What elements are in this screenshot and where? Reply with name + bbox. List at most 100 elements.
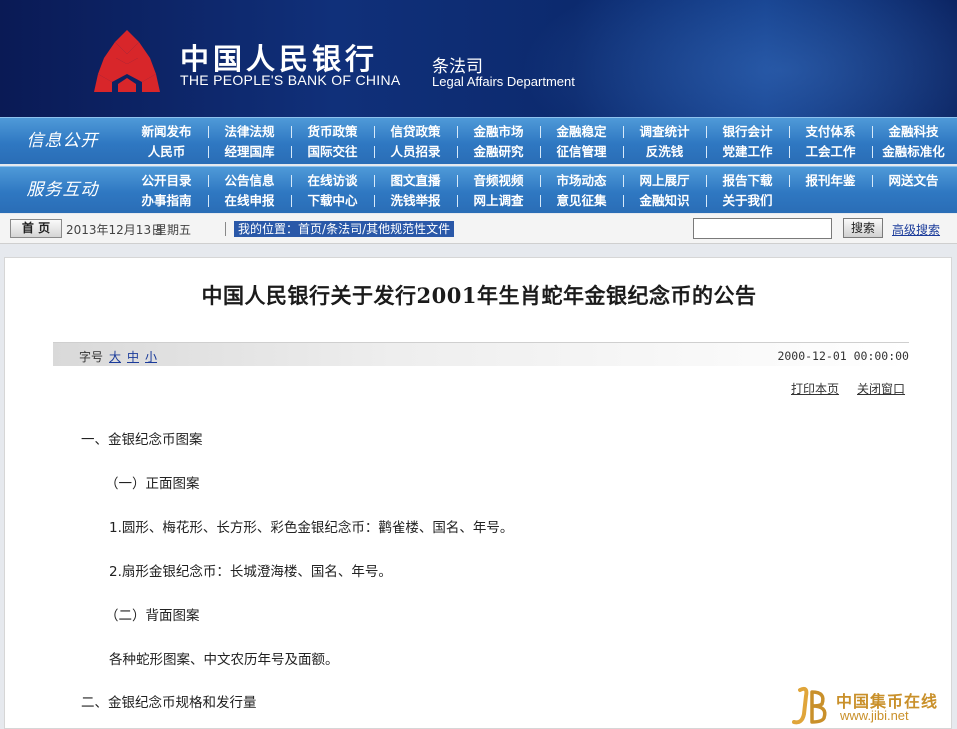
breadcrumb: 我的位置：首页/条法司/其他规范性文件 [234, 221, 455, 237]
nav-item[interactable]: 公开目录 [125, 171, 208, 190]
nav-item[interactable]: 公告信息 [208, 171, 291, 190]
nav-item[interactable]: 报刊年鉴 [789, 171, 872, 190]
nav-separator [540, 126, 541, 138]
publish-time: 2000-12-01 00:00:00 [777, 349, 909, 363]
nav-separator [706, 146, 707, 158]
nav-item[interactable]: 人民币 [125, 142, 208, 161]
nav-item[interactable]: 关于我们 [706, 191, 789, 210]
department-name-en: Legal Affairs Department [432, 74, 575, 89]
article-title: 中国人民银行关于发行2001年生肖蛇年金银纪念币的公告 [201, 283, 757, 308]
nav-separator [208, 146, 209, 158]
nav-item[interactable]: 法律法规 [208, 122, 291, 141]
article-paragraph: 1.圆形、梅花形、长方形、彩色金银纪念币：鹳雀楼、国名、年号。 [109, 520, 514, 536]
nav-grid: 公开目录 公告信息 在线访谈 图文直播 音频视频 市场动态 网上展厅 报告下载 … [125, 171, 955, 211]
nav-item[interactable]: 网上调查 [457, 191, 540, 210]
breadcrumb-item-category[interactable]: 其他规范性文件 [366, 222, 450, 236]
nav-item[interactable]: 反洗钱 [623, 142, 706, 161]
article-meta-bar: 字号 大 中 小 2000-12-01 00:00:00 [53, 342, 909, 366]
nav-separator [457, 146, 458, 158]
bank-name-en: THE PEOPLE'S BANK OF CHINA [180, 72, 401, 88]
nav-separator [374, 146, 375, 158]
nav-item[interactable]: 报告下载 [706, 171, 789, 190]
article-subheading: （二）背面图案 [105, 608, 200, 624]
nav-item[interactable]: 信贷政策 [374, 122, 457, 141]
font-size-medium-link[interactable]: 中 [127, 348, 139, 365]
nav-separator [872, 175, 873, 187]
search-input[interactable] [693, 218, 832, 239]
font-size-large-link[interactable]: 大 [109, 348, 121, 365]
nav-separator [291, 126, 292, 138]
nav-service-interaction: 服务互动 公开目录 公告信息 在线访谈 图文直播 音频视频 市场动态 网上展厅 … [0, 166, 957, 213]
nav-separator [208, 195, 209, 207]
nav-item[interactable]: 办事指南 [125, 191, 208, 210]
home-button[interactable]: 首 页 [10, 219, 62, 238]
page: 中国人民银行 THE PEOPLE'S BANK OF CHINA 条法司 Le… [0, 0, 957, 729]
nav-separator [291, 195, 292, 207]
nav-item[interactable]: 洗钱举报 [374, 191, 457, 210]
nav-item[interactable]: 经理国库 [208, 142, 291, 161]
nav-separator [706, 195, 707, 207]
advanced-search-link[interactable]: 高级搜索 [892, 221, 940, 238]
nav-item[interactable]: 意见征集 [540, 191, 623, 210]
toolbar: 首 页 2013年12月13日 星期五 我的位置：首页/条法司/其他规范性文件 … [0, 214, 957, 244]
nav-item[interactable]: 图文直播 [374, 171, 457, 190]
jibi-logo-icon [792, 686, 827, 725]
nav-item[interactable]: 网上展厅 [623, 171, 706, 190]
nav-separator [457, 195, 458, 207]
nav-item[interactable]: 工会工作 [789, 142, 872, 161]
nav-separator [457, 175, 458, 187]
nav-separator [623, 175, 624, 187]
nav-separator [623, 146, 624, 158]
header-glow [520, 0, 957, 117]
font-size-label: 字号 [79, 350, 104, 364]
nav-item[interactable]: 征信管理 [540, 142, 623, 161]
article-subheading: （一）正面图案 [105, 476, 200, 492]
breadcrumb-item-dept[interactable]: 条法司 [326, 222, 362, 236]
nav-item[interactable]: 货币政策 [291, 122, 374, 141]
nav-separator [706, 126, 707, 138]
nav-item[interactable]: 在线访谈 [291, 171, 374, 190]
current-weekday: 星期五 [155, 223, 192, 237]
watermark: 中国集币在线 www.jibi.net [792, 686, 952, 726]
font-size-small-link[interactable]: 小 [145, 348, 157, 365]
nav-separator [291, 146, 292, 158]
nav-item[interactable]: 金融科技 [872, 122, 955, 141]
nav-item[interactable]: 人员招录 [374, 142, 457, 161]
nav-item[interactable]: 金融市场 [457, 122, 540, 141]
nav-item[interactable]: 银行会计 [706, 122, 789, 141]
nav-item[interactable]: 网送文告 [872, 171, 955, 190]
nav-item[interactable]: 党建工作 [706, 142, 789, 161]
nav-item[interactable]: 支付体系 [789, 122, 872, 141]
nav-separator [789, 126, 790, 138]
nav-separator [208, 126, 209, 138]
nav-separator [457, 126, 458, 138]
nav-item[interactable]: 在线申报 [208, 191, 291, 210]
nav-separator [540, 175, 541, 187]
print-page-link[interactable]: 打印本页 [791, 380, 839, 397]
close-window-link[interactable]: 关闭窗口 [857, 380, 905, 397]
nav-separator [374, 175, 375, 187]
search-button[interactable]: 搜索 [843, 218, 883, 238]
breadcrumb-prefix: 我的位置： [238, 222, 299, 236]
watermark-url: www.jibi.net [840, 708, 909, 723]
nav-separator [374, 126, 375, 138]
nav-item[interactable]: 下载中心 [291, 191, 374, 210]
nav-item[interactable]: 金融标准化 [872, 142, 955, 161]
article-panel: 中国人民银行关于发行2001年生肖蛇年金银纪念币的公告 字号 大 中 小 200… [4, 257, 952, 729]
nav-item[interactable]: 市场动态 [540, 171, 623, 190]
pboc-logo-icon[interactable] [92, 28, 162, 94]
nav-separator [706, 175, 707, 187]
nav-item[interactable]: 国际交往 [291, 142, 374, 161]
nav-grid: 新闻发布 法律法规 货币政策 信贷政策 金融市场 金融稳定 调查统计 银行会计 … [125, 122, 955, 162]
nav-item[interactable]: 音频视频 [457, 171, 540, 190]
nav-item[interactable]: 金融研究 [457, 142, 540, 161]
nav-item[interactable]: 金融稳定 [540, 122, 623, 141]
nav-separator [540, 195, 541, 207]
nav-item[interactable]: 金融知识 [623, 191, 706, 210]
nav-separator [872, 146, 873, 158]
nav-item[interactable]: 调查统计 [623, 122, 706, 141]
nav-separator [374, 195, 375, 207]
nav-separator [872, 126, 873, 138]
breadcrumb-item-home[interactable]: 首页 [298, 222, 322, 236]
nav-item[interactable]: 新闻发布 [125, 122, 208, 141]
